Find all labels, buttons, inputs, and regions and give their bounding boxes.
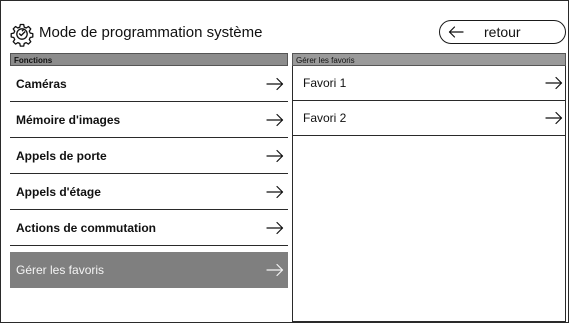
menu-item-cameras[interactable]: Caméras	[10, 66, 288, 102]
back-button[interactable]: retour	[439, 20, 566, 44]
menu-item-image-memory[interactable]: Mémoire d'images	[10, 102, 288, 138]
favorites-panel-header: Gérer les favoris	[292, 53, 566, 66]
menu-item-label: Appels d'étage	[16, 185, 101, 199]
arrow-left-icon	[448, 26, 464, 38]
programming-screen: Mode de programmation système retour Fon…	[0, 0, 569, 323]
header-bar: Mode de programmation système retour	[1, 1, 568, 48]
favorites-panel: Gérer les favoris Favori 1 Favori 2	[292, 53, 566, 322]
favorite-item-label: Favori 2	[303, 111, 347, 125]
menu-item-label: Gérer les favoris	[16, 263, 105, 277]
menu-item-label: Appels de porte	[16, 149, 107, 163]
menu-item-label: Mémoire d'images	[16, 113, 121, 127]
arrow-right-icon	[545, 111, 563, 125]
arrow-right-icon	[266, 77, 284, 91]
favorite-item-label: Favori 1	[303, 76, 347, 90]
favorite-item-1[interactable]: Favori 1	[293, 66, 565, 101]
menu-item-manage-favorites[interactable]: Gérer les favoris	[10, 252, 288, 288]
arrow-right-icon	[266, 185, 284, 199]
page-title: Mode de programmation système	[39, 24, 263, 41]
menu-item-floor-calls[interactable]: Appels d'étage	[10, 174, 288, 210]
gear-icon	[10, 23, 34, 47]
back-button-label: retour	[484, 24, 521, 40]
arrow-right-icon	[545, 76, 563, 90]
arrow-right-icon	[266, 149, 284, 163]
menu-item-label: Actions de commutation	[16, 221, 157, 235]
menu-item-switching-actions[interactable]: Actions de commutation	[10, 210, 288, 246]
menu-item-label: Caméras	[16, 77, 67, 91]
arrow-right-icon	[266, 221, 284, 235]
arrow-right-icon	[266, 263, 284, 277]
functions-panel: Fonctions Caméras Mémoire d'images Appel…	[10, 53, 288, 322]
menu-item-door-calls[interactable]: Appels de porte	[10, 138, 288, 174]
functions-panel-header: Fonctions	[10, 53, 288, 66]
arrow-right-icon	[266, 113, 284, 127]
favorite-item-2[interactable]: Favori 2	[293, 101, 565, 136]
